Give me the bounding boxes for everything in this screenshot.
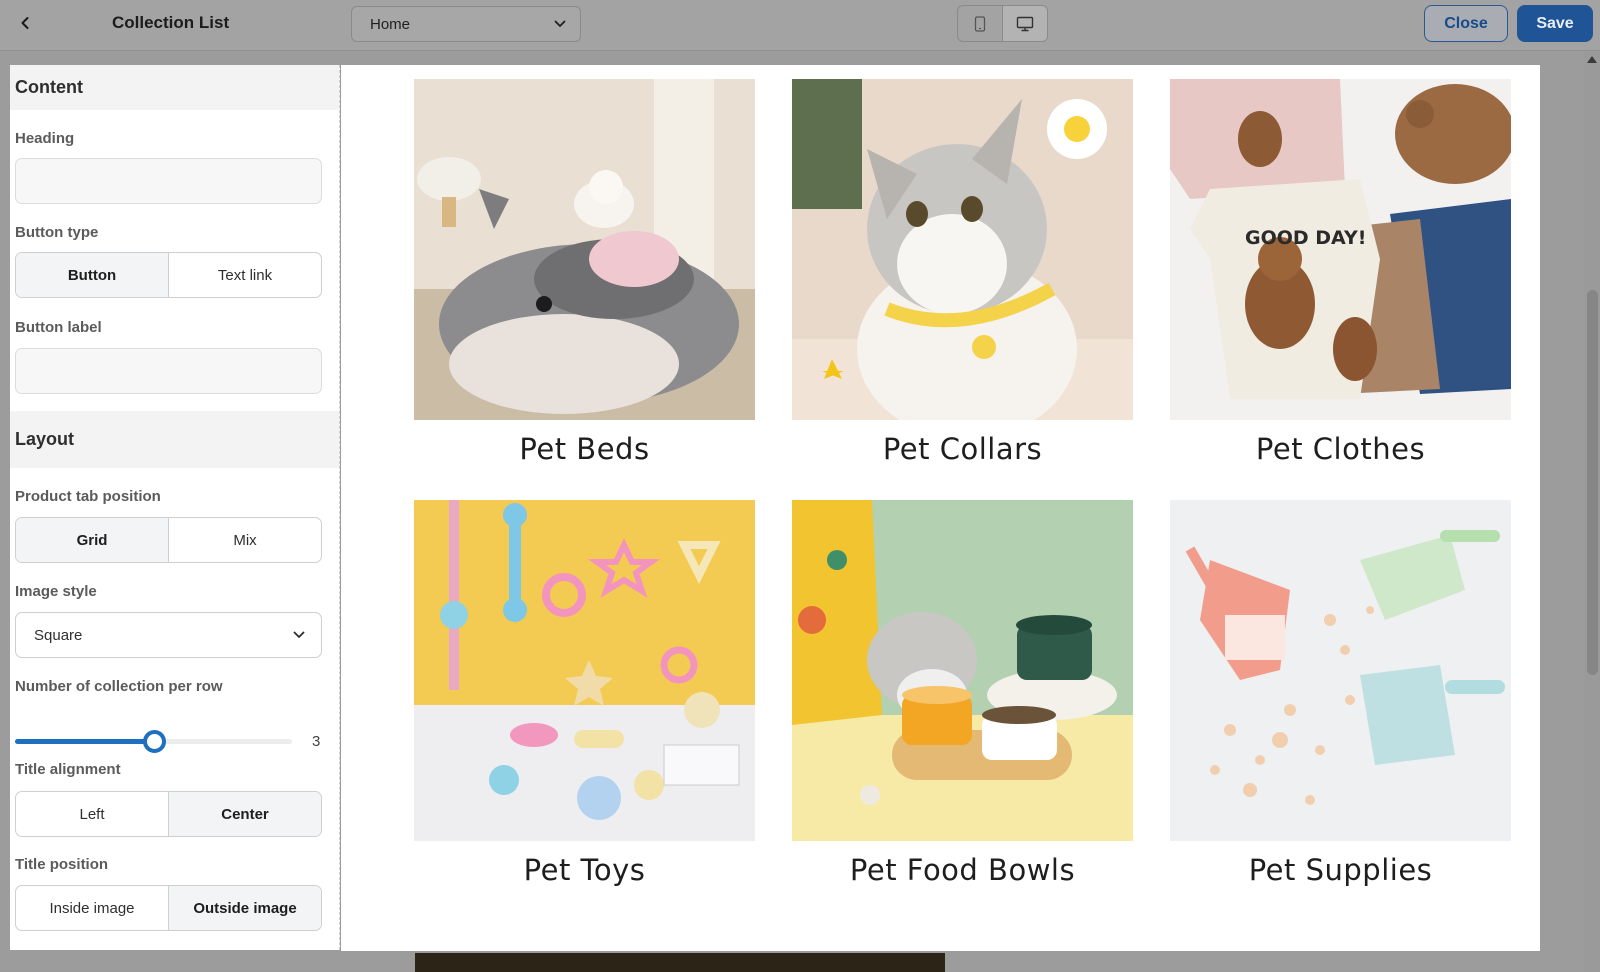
product-tab-mix[interactable]: Mix	[168, 518, 321, 562]
collection-title: Pet Toys	[523, 853, 646, 887]
per-row-slider[interactable]	[15, 730, 292, 753]
image-style-value: Square	[34, 626, 83, 644]
preview-canvas: Pet Beds Pet Collars GOOD DAY! Pet Cloth…	[341, 65, 1540, 951]
settings-panel: Content Heading Button type Button Text …	[10, 65, 340, 950]
collection-title: Pet Beds	[519, 432, 650, 466]
layout-section-header: Layout	[10, 411, 339, 468]
kitten-collar-photo	[792, 79, 1133, 420]
litter-scoop-photo	[1170, 500, 1511, 841]
device-toggle	[957, 5, 1048, 42]
svg-text:GOOD DAY!: GOOD DAY!	[1245, 227, 1366, 249]
button-type-button[interactable]: Button	[16, 253, 168, 297]
chevron-down-icon	[293, 631, 305, 638]
back-button[interactable]	[12, 10, 38, 36]
product-tab-grid[interactable]: Grid	[16, 518, 168, 562]
heading-input[interactable]	[15, 158, 322, 204]
button-label-label: Button label	[15, 319, 102, 336]
collection-title: Pet Supplies	[1248, 853, 1433, 887]
scroll-thumb[interactable]	[1587, 290, 1598, 675]
product-tab-position-toggle: Grid Mix	[15, 517, 322, 563]
title-alignment-left[interactable]: Left	[16, 792, 168, 836]
collection-title: Pet Collars	[882, 432, 1043, 466]
pet-bed-photo	[414, 79, 755, 420]
per-row-label: Number of collection per row	[15, 678, 223, 695]
collection-title: Pet Clothes	[1255, 432, 1426, 466]
desktop-view-button[interactable]	[1002, 6, 1047, 41]
title-position-toggle: Inside image Outside image	[15, 885, 322, 931]
heading-label: Heading	[15, 130, 75, 147]
collection-card-pet-supplies[interactable]: Pet Supplies	[1170, 500, 1511, 887]
scroll-up-arrow-icon[interactable]	[1587, 56, 1597, 63]
desktop-icon	[1016, 16, 1034, 31]
slider-thumb[interactable]	[142, 730, 166, 753]
collection-card-pet-collars[interactable]: Pet Collars	[792, 79, 1133, 466]
per-row-value: 3	[312, 733, 321, 750]
mobile-view-button[interactable]	[958, 6, 1002, 41]
chevron-down-icon	[554, 20, 566, 27]
page-select[interactable]: Home	[351, 6, 581, 42]
collection-card-pet-toys[interactable]: Pet Toys	[414, 500, 755, 887]
title-alignment-label: Title alignment	[15, 761, 121, 778]
page-select-value: Home	[370, 15, 411, 33]
editor-title: Collection List	[112, 13, 230, 32]
collection-card-pet-beds[interactable]: Pet Beds	[414, 79, 755, 466]
rope-toys-photo	[414, 500, 755, 841]
collection-grid: Pet Beds Pet Collars GOOD DAY! Pet Cloth…	[414, 79, 1511, 887]
next-section-image-peek	[415, 953, 945, 972]
button-type-label: Button type	[15, 224, 99, 241]
collection-title: Pet Food Bowls	[849, 853, 1076, 887]
image-style-select[interactable]: Square	[15, 612, 322, 658]
collection-card-pet-food-bowls[interactable]: Pet Food Bowls	[792, 500, 1133, 887]
title-position-label: Title position	[15, 856, 109, 873]
close-button[interactable]: Close	[1424, 5, 1508, 42]
content-section-header: Content	[10, 65, 339, 110]
editor-toolbar: Collection List Home Close Save	[0, 0, 1600, 51]
chevron-left-icon	[21, 17, 29, 29]
title-position-inside[interactable]: Inside image	[16, 886, 168, 930]
mobile-icon	[974, 15, 986, 32]
title-position-outside[interactable]: Outside image	[168, 886, 321, 930]
collection-card-pet-clothes[interactable]: GOOD DAY! Pet Clothes	[1170, 79, 1511, 466]
bear-sweaters-photo: GOOD DAY!	[1170, 79, 1511, 420]
save-button[interactable]: Save	[1517, 5, 1593, 42]
cat-bowls-photo	[792, 500, 1133, 841]
title-alignment-toggle: Left Center	[15, 791, 322, 837]
button-label-input[interactable]	[15, 348, 322, 394]
page-scrollbar[interactable]	[1584, 52, 1600, 972]
image-style-label: Image style	[15, 583, 97, 600]
button-type-toggle: Button Text link	[15, 252, 322, 298]
title-alignment-center[interactable]: Center	[168, 792, 321, 836]
slider-fill	[15, 739, 154, 744]
button-type-text-link[interactable]: Text link	[168, 253, 321, 297]
product-tab-position-label: Product tab position	[15, 488, 161, 505]
